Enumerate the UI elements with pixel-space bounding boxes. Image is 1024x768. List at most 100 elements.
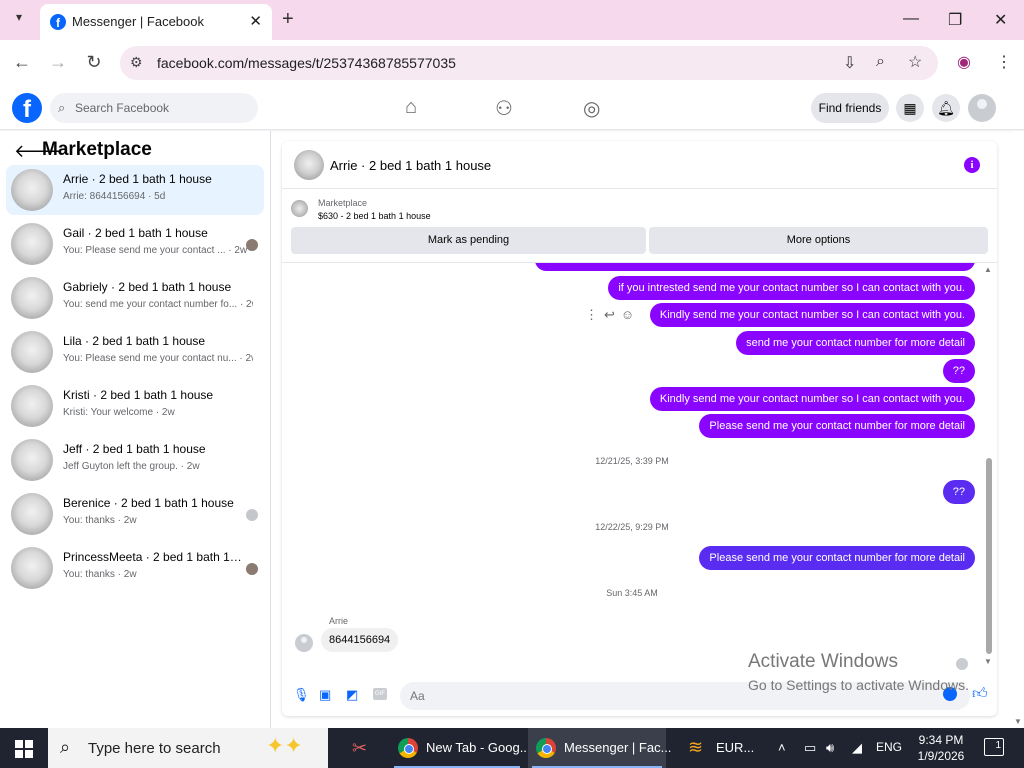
chat-title[interactable]: Arrie · 2 bed 1 bath 1 house — [330, 158, 491, 173]
conversation-item[interactable]: Lila · 2 bed 1 bath 1 house You: Please … — [6, 327, 264, 377]
message-bubble[interactable]: send me your contact number for more det… — [736, 331, 975, 355]
browser-toolbar: ← → ↻ ⚙ facebook.com/messages/t/25374368… — [0, 40, 1024, 86]
site-info-icon[interactable]: ⚙ — [130, 54, 143, 71]
message-bubble[interactable]: Please send me your contact number for m… — [699, 546, 975, 570]
sender-name: Arrie — [329, 616, 349, 626]
mark-as-pending-button[interactable]: Mark as pending — [291, 227, 646, 254]
incoming-message-bubble[interactable]: 8644156694 — [321, 628, 399, 652]
menu-grid-icon[interactable]: ▦ — [896, 94, 924, 122]
conversation-snippet: You: send me your contact number fo... ·… — [63, 299, 253, 310]
taskbar-app-snipping[interactable]: ✂ — [340, 728, 386, 768]
sticker-icon[interactable]: ◩ — [346, 687, 358, 703]
page-scrollbar[interactable]: ▼ — [1012, 131, 1024, 728]
meet-now-icon[interactable]: ▭ — [804, 740, 816, 756]
panel-heading: Marketplace — [42, 139, 152, 160]
listing-thumbnail[interactable] — [294, 150, 324, 180]
taskbar-currency-widget[interactable]: ≋ EUR... — [680, 728, 770, 768]
taskbar-search-box[interactable]: ⌕ Type here to search ✦✦ — [48, 728, 328, 768]
bookmark-star-icon[interactable]: ☆ — [908, 52, 922, 72]
coins-icon: ≋ — [688, 737, 704, 757]
taskbar-app-chrome-newtab[interactable]: New Tab - Goog... — [390, 728, 531, 768]
listing-thumbnail — [11, 493, 53, 535]
conversation-item[interactable]: Jeff · 2 bed 1 bath 1 house Jeff Guyton … — [6, 435, 264, 485]
notifications-bell-icon[interactable]: 🔔︎ — [932, 94, 960, 122]
message-bubble[interactable]: ?? — [942, 359, 975, 383]
network-icon[interactable]: ◢ — [852, 740, 862, 756]
message-bubble[interactable]: ?? — [942, 480, 975, 504]
listing-thumbnail — [11, 385, 53, 427]
address-bar[interactable]: ⚙ facebook.com/messages/t/25374368785577… — [120, 46, 938, 80]
tab-search-chevron-icon[interactable]: ▾ — [8, 10, 30, 30]
message-bubble[interactable]: if you intrested send me your contact nu… — [608, 276, 975, 300]
notification-center-icon[interactable]: 1 — [984, 738, 1004, 756]
message-scrollbar[interactable]: ▲ ▼ — [984, 263, 994, 671]
conversation-item[interactable]: Arrie · 2 bed 1 bath 1 house Arrie: 8644… — [6, 165, 264, 215]
react-emoji-icon[interactable]: ☺ — [621, 307, 640, 322]
microphone-icon[interactable]: 🎙︎ — [293, 687, 310, 703]
reply-icon[interactable]: ↩ — [604, 307, 621, 322]
browser-tab-messenger[interactable]: f Messenger | Facebook ✕ — [40, 4, 272, 40]
conversation-name: Lila · 2 bed 1 bath 1 house — [63, 334, 206, 348]
find-friends-button[interactable]: Find friends — [811, 93, 889, 123]
chevron-up-icon[interactable]: ˄ — [778, 740, 786, 755]
message-bubble[interactable]: Please send me your contact number for m… — [699, 414, 975, 438]
thumbs-up-icon[interactable]: 👍︎ — [972, 685, 988, 703]
gif-icon[interactable]: GIF — [373, 688, 387, 700]
conversation-item[interactable]: Gabriely · 2 bed 1 bath 1 house You: sen… — [6, 273, 264, 323]
close-tab-icon[interactable]: ✕ — [249, 12, 262, 30]
message-bubble[interactable]: Kindly send me your contact number so I … — [649, 303, 975, 327]
friends-icon[interactable]: ⚇ — [495, 96, 513, 121]
marketplace-conversations-panel: 🡐 Marketplace Arrie · 2 bed 1 bath 1 hou… — [0, 131, 271, 728]
account-avatar[interactable] — [968, 94, 996, 122]
message-input[interactable] — [400, 682, 970, 710]
close-window-icon[interactable]: ✕ — [994, 10, 1007, 30]
more-options-button[interactable]: More options — [649, 227, 988, 254]
scroll-up-icon[interactable]: ▲ — [984, 265, 992, 274]
zoom-icon[interactable]: ⌕ — [876, 53, 885, 71]
home-icon[interactable]: ⌂ — [405, 96, 417, 119]
info-icon[interactable]: i — [964, 157, 980, 173]
copilot-sparkle-icon[interactable]: ✦✦ — [266, 733, 303, 759]
taskbar-app-chrome-messenger[interactable]: Messenger | Fac... — [528, 728, 671, 768]
search-icon: ⌕ — [60, 737, 71, 757]
restore-icon[interactable]: ❐ — [948, 10, 962, 30]
groups-icon[interactable]: ◎ — [583, 96, 600, 121]
sender-avatar[interactable] — [295, 634, 313, 652]
seen-avatar — [246, 563, 258, 575]
message-bubble[interactable]: Kindly send me your contact number so I … — [649, 387, 975, 411]
more-icon[interactable]: ⋮ — [585, 307, 604, 322]
message-list: if you intrested send me your contact nu… — [282, 263, 997, 671]
facebook-search-box[interactable]: ⌕ Search Facebook — [50, 93, 258, 123]
new-tab-icon[interactable]: + — [282, 8, 294, 31]
url-text[interactable]: facebook.com/messages/t/2537436878557703… — [157, 55, 456, 71]
read-receipt-avatar — [956, 658, 968, 670]
conversation-item[interactable]: PrincessMeeta · 2 bed 1 bath 1 h... You:… — [6, 543, 264, 593]
volume-icon[interactable]: 🔊︎ — [826, 740, 834, 756]
taskbar-app-label: New Tab - Goog... — [426, 740, 531, 755]
scroll-down-icon[interactable]: ▼ — [1014, 717, 1022, 726]
listing-small-thumbnail[interactable] — [291, 200, 308, 217]
conversation-item[interactable]: Berenice · 2 bed 1 bath 1 house You: tha… — [6, 489, 264, 539]
scrollbar-thumb[interactable] — [986, 458, 992, 654]
conversation-item[interactable]: Kristi · 2 bed 1 bath 1 house Kristi: Yo… — [6, 381, 264, 431]
listing-thumbnail — [11, 169, 53, 211]
browser-menu-icon[interactable]: ⋮ — [996, 52, 1012, 72]
taskbar-clock[interactable]: 9:34 PM 1/9/2026 — [916, 732, 966, 764]
scroll-down-icon[interactable]: ▼ — [984, 657, 992, 666]
install-app-icon[interactable]: ⇩ — [843, 53, 856, 73]
profile-icon[interactable]: ◉ — [957, 52, 971, 72]
facebook-logo-icon[interactable]: f — [12, 93, 42, 123]
minimize-icon[interactable]: — — [903, 10, 919, 28]
conversation-name: Gail · 2 bed 1 bath 1 house — [63, 226, 208, 240]
listing-price[interactable]: $630 - 2 bed 1 bath 1 house — [318, 211, 431, 221]
timestamp: Sun 3:45 AM — [606, 588, 658, 598]
emoji-icon[interactable] — [943, 687, 957, 701]
forward-arrow-icon[interactable]: → — [48, 52, 68, 73]
windows-start-icon[interactable] — [15, 740, 33, 758]
conversation-snippet: You: Please send me your contact nu... ·… — [63, 353, 253, 364]
language-indicator[interactable]: ENG — [876, 740, 902, 754]
conversation-item[interactable]: Gail · 2 bed 1 bath 1 house You: Please … — [6, 219, 264, 269]
reload-icon[interactable]: ↻ — [84, 52, 104, 73]
back-arrow-icon[interactable]: ← — [12, 52, 32, 73]
photo-icon[interactable]: ▣ — [319, 687, 331, 703]
